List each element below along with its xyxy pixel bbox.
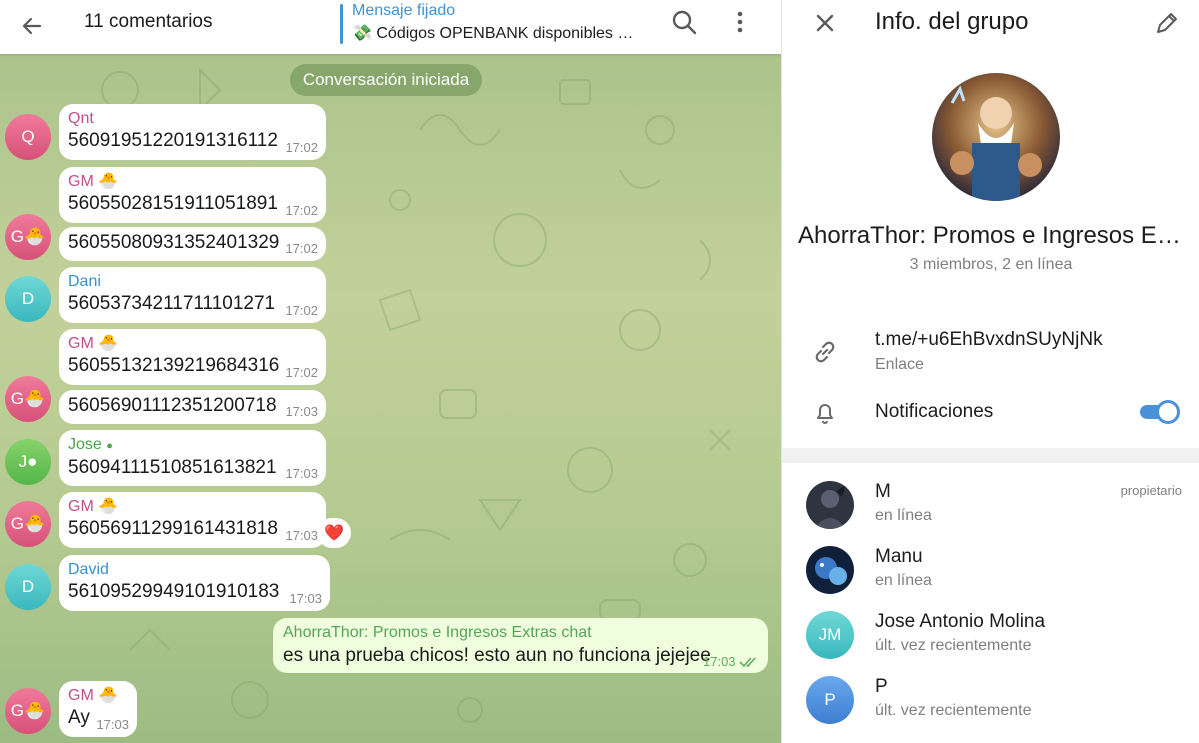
member-role-badge: propietario <box>1120 483 1182 498</box>
back-arrow-icon[interactable] <box>14 8 50 44</box>
member-avatar <box>806 481 854 529</box>
apple-icon: ● <box>106 440 113 452</box>
message-bubble[interactable]: GM 🐣 5605502815191105189​1 17:02 <box>59 167 326 223</box>
member-name: M <box>875 481 891 502</box>
outgoing-message-bubble[interactable]: AhorraThor: Promos e Ingresos Extras cha… <box>273 618 768 673</box>
section-divider <box>782 448 1199 463</box>
member-status: últ. vez recientemente <box>875 702 1032 719</box>
avatar[interactable]: G🐣 <box>5 214 51 260</box>
avatar[interactable]: D <box>5 564 51 610</box>
member-status: en línea <box>875 572 932 589</box>
member-row[interactable]: M en línea propietario <box>782 481 1199 541</box>
message-text: 5609411151085161382​1 <box>68 457 277 478</box>
member-row[interactable]: JM Jose Antonio Molina últ. vez reciente… <box>782 611 1199 671</box>
message-bubble[interactable]: Jose ● 5609411151085161382​1 17:03 <box>59 430 326 486</box>
sender-name[interactable]: GM 🐣 <box>68 687 127 705</box>
apple-icon: ● <box>27 452 38 471</box>
member-status: en línea <box>875 507 932 524</box>
message-text: 5609195122019131611​2 <box>68 130 278 151</box>
notifications-toggle[interactable] <box>1138 400 1180 424</box>
toggle-knob <box>1156 400 1180 424</box>
message-time: 17:02 <box>285 140 318 155</box>
message-time: 17:02 <box>285 303 318 318</box>
outgoing-message-time: 17:03 <box>703 654 736 669</box>
heart-reaction[interactable]: ❤️ <box>317 518 351 548</box>
message-text: 5605502815191105189​1 <box>68 193 278 214</box>
chat-panel: 11 comentarios Mensaje fijado 💸 Códigos … <box>0 0 781 743</box>
message-bubble[interactable]: GM 🐣 5605691129916143181​8 17:03 <box>59 492 326 548</box>
avatar[interactable]: G🐣 <box>5 501 51 547</box>
message-time: 17:03 <box>285 528 318 543</box>
member-row[interactable]: P P últ. vez recientemente <box>782 676 1199 736</box>
chat-header: 11 comentarios Mensaje fijado 💸 Códigos … <box>0 0 781 54</box>
message-time: 17:02 <box>285 241 318 256</box>
sender-name[interactable]: Jose ● <box>68 436 316 455</box>
avatar[interactable]: G🐣 <box>5 688 51 734</box>
avatar[interactable]: D <box>5 276 51 322</box>
invite-link[interactable]: t.me/+u6EhBvxdnSUyNjNk <box>875 329 1103 351</box>
avatar[interactable]: J ● <box>5 439 51 485</box>
avatar[interactable]: Q <box>5 114 51 160</box>
member-name: P <box>875 676 888 697</box>
group-name: AhorraThor: Promos e Ingresos Extras <box>798 222 1190 249</box>
member-name: Manu <box>875 546 923 567</box>
message-text: 5605508093135240132​9 <box>68 232 280 253</box>
message-text: 5610952994910191018​3 <box>68 581 280 602</box>
edit-pencil-icon[interactable] <box>1152 8 1182 38</box>
message-bubble[interactable]: GM 🐣 Ay 17:03 <box>59 681 137 737</box>
pinned-indicator <box>340 4 343 44</box>
pinned-message-label[interactable]: Mensaje fijado <box>352 2 455 20</box>
member-name: Jose Antonio Molina <box>875 611 1046 632</box>
conversation-started-notice: Conversación iniciada <box>290 64 482 96</box>
message-bubble[interactable]: Dani 5605373421171110127​1 17:02 <box>59 267 326 323</box>
message-time: 17:02 <box>285 365 318 380</box>
sender-name[interactable]: GM 🐣 <box>68 498 316 516</box>
message-text: 5605373421171110127​1 <box>68 293 276 314</box>
sender-name[interactable]: GM 🐣 <box>68 173 316 191</box>
close-icon[interactable] <box>810 8 840 38</box>
outgoing-message-text: es una prueba chicos! esto aun no funcio… <box>283 645 711 666</box>
message-bubble[interactable]: Qnt 5609195122019131611​2 17:02 <box>59 104 326 160</box>
more-options-icon[interactable] <box>728 8 752 38</box>
sender-name-text: Jose <box>68 436 107 453</box>
invite-link-label: Enlace <box>875 356 924 373</box>
message-time: 17:02 <box>285 203 318 218</box>
message-time: 17:03 <box>285 404 318 419</box>
sender-name[interactable]: Qnt <box>68 110 316 128</box>
message-bubble[interactable]: David 5610952994910191018​3 17:03 <box>59 555 330 611</box>
group-members-summary: 3 miembros, 2 en línea <box>909 256 1073 273</box>
message-bubble[interactable]: 5605690111235120071​8 17:03 <box>59 390 326 424</box>
comments-count-title: 11 comentarios <box>84 11 213 32</box>
search-icon[interactable] <box>670 8 700 38</box>
member-status: últ. vez recientemente <box>875 637 1032 654</box>
pinned-message-text[interactable]: 💸 Códigos OPENBANK disponibles … <box>352 23 633 43</box>
message-time: 17:03 <box>285 466 318 481</box>
sender-name[interactable]: Dani <box>68 273 316 291</box>
message-bubble[interactable]: GM 🐣 5605513213921968431​6 17:02 <box>59 329 326 385</box>
member-avatar: P <box>806 676 854 724</box>
notifications-label: Notificaciones <box>875 401 994 422</box>
outgoing-sender-name: AhorraThor: Promos e Ingresos Extras cha… <box>283 624 592 641</box>
message-text: 5605691129916143181​8 <box>68 518 278 539</box>
panel-title: Info. del grupo <box>875 8 1029 35</box>
member-row[interactable]: Manu en línea <box>782 546 1199 606</box>
member-avatar: JM <box>806 611 854 659</box>
message-time: 17:03 <box>96 717 129 732</box>
member-avatar <box>806 546 854 594</box>
avatar-initial: J <box>18 452 28 471</box>
group-photo[interactable] <box>932 73 1060 201</box>
message-bubble[interactable]: 5605508093135240132​9 17:02 <box>59 227 326 261</box>
sender-name[interactable]: GM 🐣 <box>68 335 316 353</box>
group-info-panel: Info. del grupo AhorraThor: Promos e Ing… <box>781 0 1199 743</box>
avatar[interactable]: G🐣 <box>5 376 51 422</box>
link-icon <box>810 337 840 367</box>
bell-icon <box>810 397 840 427</box>
double-check-icon <box>739 657 756 668</box>
message-text: 5605513213921968431​6 <box>68 355 280 376</box>
sender-name[interactable]: David <box>68 561 320 579</box>
message-time: 17:03 <box>289 591 322 606</box>
message-text: 5605690111235120071​8 <box>68 395 277 416</box>
